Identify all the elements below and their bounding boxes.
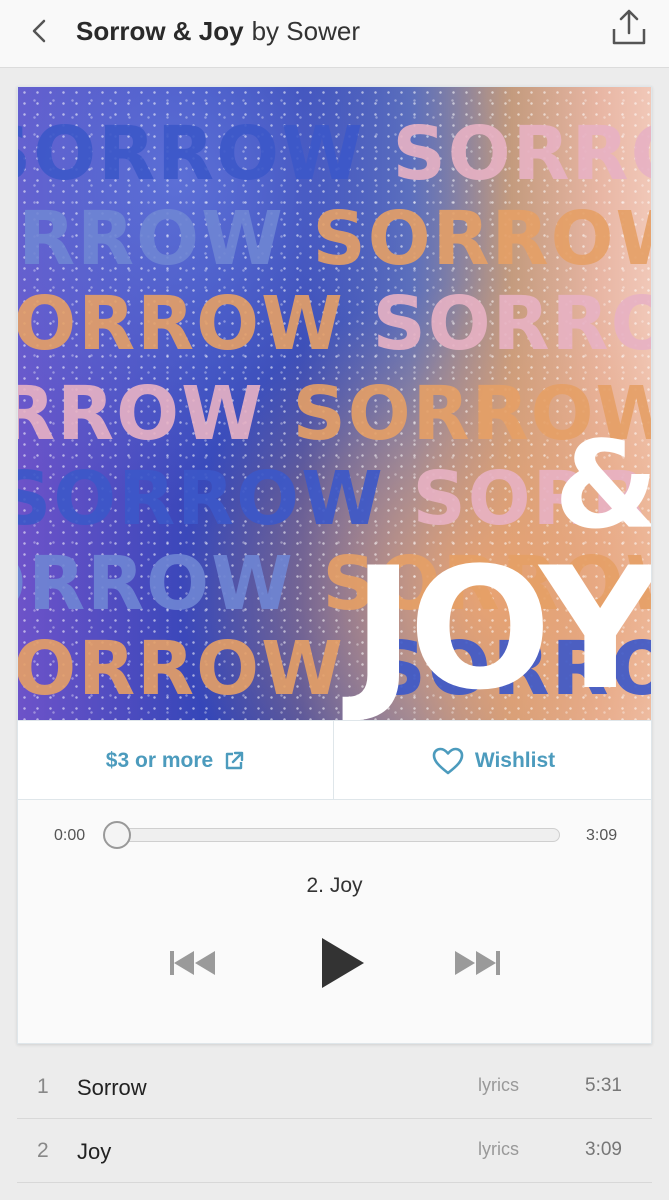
cover-word-row: SORROW SORROW SORROW (18, 111, 651, 197)
track-title[interactable]: Sorrow (77, 1075, 147, 1101)
cover-joy-word: JOY (352, 531, 651, 720)
album-cover: SORROW SORROW SORROW SORROW SORROW SORRO… (18, 87, 651, 720)
heart-icon (432, 747, 464, 774)
lyrics-link[interactable]: lyrics (478, 1139, 519, 1160)
current-time: 0:00 (54, 827, 86, 844)
track-title[interactable]: Joy (77, 1139, 111, 1165)
skip-forward-icon (455, 951, 500, 975)
back-button[interactable] (22, 14, 56, 48)
skip-back-icon (170, 951, 215, 975)
page-title: Sorrow & Joy by Sower (76, 14, 360, 48)
purchase-actions: $3 or more Wishlist (18, 720, 651, 800)
cover-ampersand: & (554, 417, 651, 556)
track-list: 1 Sorrow lyrics 5:31 2 Joy lyrics 3:09 (17, 1055, 652, 1183)
top-bar: Sorrow & Joy by Sower (0, 0, 669, 68)
track-number: 2 (37, 1139, 49, 1162)
artist-byline: by Sower (251, 15, 360, 46)
lyrics-link[interactable]: lyrics (478, 1075, 519, 1096)
audio-player: 0:00 3:09 2. Joy (18, 801, 651, 1043)
external-link-icon (225, 751, 244, 769)
wishlist-label: Wishlist (474, 748, 556, 772)
album-card: SORROW SORROW SORROW SORROW SORROW SORRO… (17, 86, 652, 1044)
track-number: 1 (37, 1075, 49, 1098)
track-duration: 3:09 (585, 1139, 622, 1160)
buy-button[interactable]: $3 or more (18, 721, 334, 800)
album-title: Sorrow & Joy (76, 15, 244, 46)
share-button[interactable] (609, 6, 649, 48)
share-icon (612, 9, 646, 45)
progress-knob[interactable] (103, 821, 131, 849)
track-row[interactable]: 1 Sorrow lyrics 5:31 (17, 1055, 652, 1119)
previous-track-button[interactable] (166, 943, 220, 983)
cover-word-row: SORROW SORROW SORROW (18, 196, 651, 282)
total-time: 3:09 (586, 827, 618, 844)
chevron-left-icon (32, 19, 46, 43)
buy-label: $3 or more (105, 748, 214, 772)
progress-bar[interactable] (106, 828, 560, 842)
play-icon (322, 938, 364, 988)
now-playing-title: 2. Joy (306, 874, 363, 897)
wishlist-button[interactable]: Wishlist (335, 721, 651, 800)
track-duration: 5:31 (585, 1075, 622, 1096)
cover-word-row: SORROW SORROW SORROW (18, 281, 651, 367)
track-row[interactable]: 2 Joy lyrics 3:09 (17, 1119, 652, 1183)
play-button[interactable] (314, 931, 370, 995)
next-track-button[interactable] (450, 943, 504, 983)
